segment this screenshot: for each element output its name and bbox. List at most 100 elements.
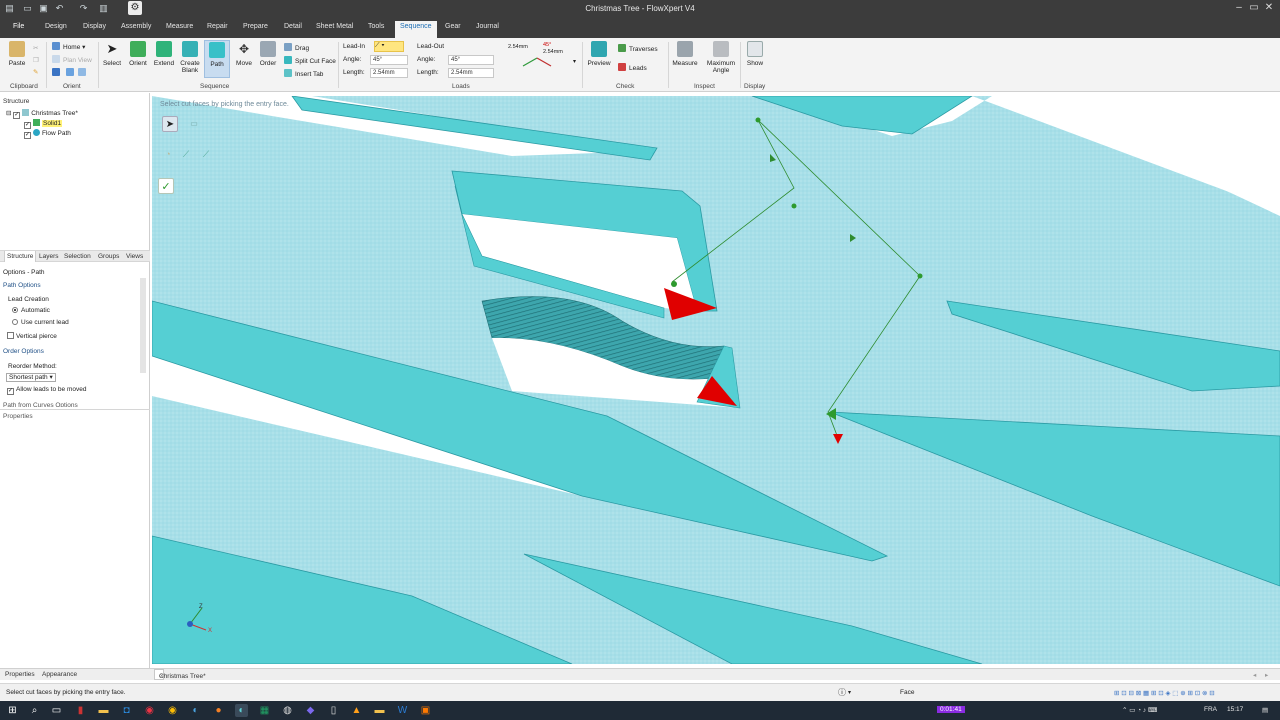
menu-file[interactable]: File [13,23,24,30]
tray-icons[interactable]: ⌃ ▭ ◔ ♪ ⌨ [1122,706,1157,714]
path-button[interactable]: Path [204,40,230,78]
screen-recorder-indicator[interactable]: 0:01:41 [937,706,965,713]
split-cut-face-button[interactable]: Split Cut Face [284,56,336,65]
menu-sheet-metal[interactable]: Sheet Metal [316,23,353,30]
taskbar-app-icon[interactable]: ▬ [373,704,386,717]
lead-preview-gallery[interactable]: 2.54mm 45° 2.54mm ▾ [505,40,576,76]
menu-repair[interactable]: Repair [207,23,228,30]
use-current-lead-radio[interactable]: Use current lead [12,319,69,326]
menu-display[interactable]: Display [83,23,106,30]
lead-in-type-dropdown[interactable]: ⟋ ▾ [374,41,404,52]
tab-structure[interactable]: Structure [4,251,37,262]
allow-leads-checkbox[interactable]: ✓ Allow leads to be moved [7,386,86,395]
tree-root[interactable]: ⊟ ✓ Christmas Tree* [6,109,78,119]
maximum-angle-button[interactable]: Maximum Angle [704,40,738,78]
traverses-button[interactable]: Traverses [618,44,658,53]
taskbar-app-icon[interactable]: ▲ [350,704,363,717]
model-canvas[interactable]: Z X [152,96,1280,664]
3d-viewport[interactable]: Z X Select cut faces by picking the entr… [152,96,1280,664]
menu-detail[interactable]: Detail [284,23,302,30]
menu-assembly[interactable]: Assembly [121,23,151,30]
tab-properties[interactable]: Properties [5,671,35,678]
format-painter-icon[interactable]: ✎ [33,68,38,76]
copy-icon[interactable]: ❐ [33,56,39,64]
drag-button[interactable]: Drag [284,43,309,52]
path-node[interactable] [671,281,677,287]
scroll-right-icon[interactable]: ▸ [1265,671,1268,679]
selection-filter[interactable]: Face [900,689,914,696]
create-blank-button[interactable]: Create Blank [177,40,203,78]
menu-design[interactable]: Design [45,23,67,30]
tool-option-c-icon[interactable]: ⟋ [198,146,214,162]
paste-button[interactable]: Paste [4,40,30,78]
search-icon[interactable]: ⌕ [28,704,41,717]
automatic-radio[interactable]: Automatic [12,307,50,314]
document-tab[interactable]: Christmas Tree* ✕ [154,669,206,680]
notifications-icon[interactable]: ▤ [1262,706,1268,714]
browser-icon[interactable]: ◉ [166,704,179,717]
taskbar-app-icon[interactable]: ◍ [281,704,294,717]
language-indicator[interactable]: FRA [1204,706,1217,713]
zoom-view-button[interactable] [66,68,77,77]
task-view-icon[interactable]: ▭ [50,704,63,717]
tool-option-a-icon[interactable]: ◔ [160,146,176,162]
rotate-view-button[interactable] [78,68,89,77]
view-cube-button[interactable] [52,68,63,77]
close-icon[interactable]: ✕ [1258,0,1280,18]
vertical-pierce-checkbox[interactable]: Vertical pierce [7,332,57,340]
word-icon[interactable]: W [396,704,409,717]
info-icon[interactable]: ⓘ [838,687,846,698]
menu-sequence[interactable]: Sequence [395,21,437,38]
order-button[interactable]: Order [255,40,281,78]
options-scrollbar[interactable] [140,278,146,373]
tab-selection[interactable]: Selection [64,253,91,260]
flowxpert-taskbar-icon[interactable]: ◐ [235,704,248,717]
path-node[interactable] [755,117,761,123]
menu-tools[interactable]: Tools [368,23,384,30]
lead-in-angle-field[interactable]: 45° [370,55,408,65]
reorder-method-select[interactable]: Shortest path ▾ [6,373,56,382]
lead-out-length-field[interactable]: 2.54mm [448,68,494,78]
complete-checkmark-icon[interactable]: ✓ [158,178,174,194]
tree-item-solid1[interactable]: ✓ Solid1 [24,119,63,129]
chrome-icon[interactable]: ◉ [143,704,156,717]
path-node[interactable] [791,203,797,209]
menu-journal[interactable]: Journal [476,23,499,30]
leads-button[interactable]: Leads [618,63,647,72]
tab-appearance[interactable]: Appearance [42,671,77,678]
status-dropdown-icon[interactable]: ▾ [848,689,851,696]
lead-in-length-field[interactable]: 2.54mm [370,68,408,78]
measure-button[interactable]: Measure [672,40,698,78]
preview-button[interactable]: Preview [586,40,612,78]
taskbar-app-icon[interactable]: ◆ [304,704,317,717]
taskbar-app-icon[interactable]: ▣ [419,704,432,717]
menu-measure[interactable]: Measure [166,23,193,30]
home-view-button[interactable]: Home ▾ [52,42,85,51]
tree-item-flow-path[interactable]: ✓ Flow Path [24,129,71,139]
extend-button[interactable]: Extend [151,40,177,78]
tab-layers[interactable]: Layers [39,253,59,260]
clock[interactable]: 15:17 [1227,706,1243,713]
file-explorer-icon[interactable]: ▬ [97,704,110,717]
outlook-icon[interactable]: ◘ [120,704,133,717]
taskbar-app-icon[interactable]: ● [212,704,225,717]
move-button[interactable]: ✥ Move [231,40,257,78]
box-select-icon[interactable]: ▭ [186,116,202,132]
scroll-left-icon[interactable]: ◂ [1253,671,1256,679]
tool-option-b-icon[interactable]: ⟋ [178,146,194,162]
taskbar-app-icon[interactable]: ◐ [189,704,202,717]
tab-groups[interactable]: Groups [98,253,119,260]
solid1-checkbox[interactable]: ✓ [24,122,31,129]
lead-out-angle-field[interactable]: 45° [448,55,494,65]
orient-button[interactable]: Orient [125,40,151,78]
insert-tab-button[interactable]: Insert Tab [284,69,323,78]
show-button[interactable]: Show [742,40,768,78]
taskbar-app-icon[interactable]: ▯ [327,704,340,717]
taskbar-app-icon[interactable]: ▮ [74,704,87,717]
tab-views[interactable]: Views [126,253,143,260]
select-tool-icon[interactable]: ➤ [162,116,178,132]
excel-icon[interactable]: ▦ [258,704,271,717]
menu-prepare[interactable]: Prepare [243,23,268,30]
root-checkbox[interactable]: ✓ [13,112,21,119]
windows-start-icon[interactable]: ⊞ [6,704,19,717]
